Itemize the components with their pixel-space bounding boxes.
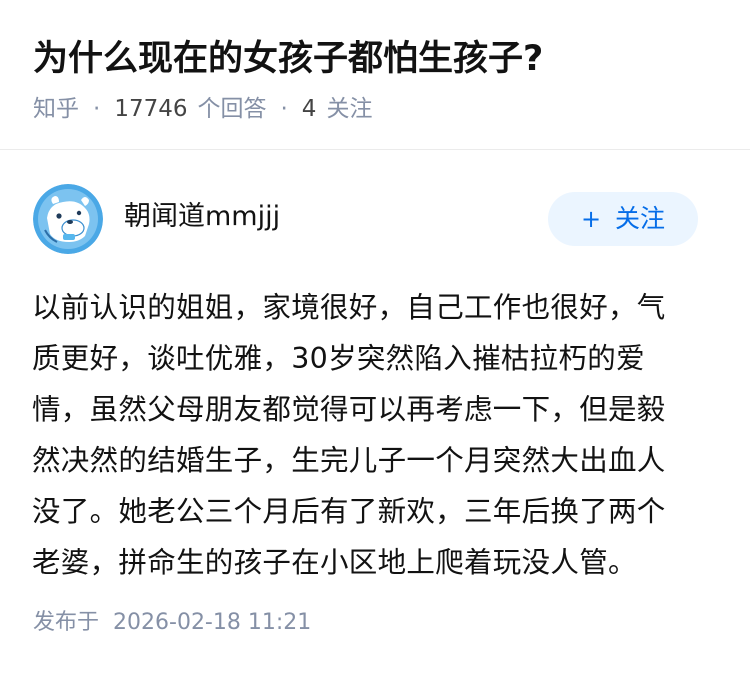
answer-count: 17746: [114, 96, 188, 122]
question-header: 为什么现在的女孩子都怕生孩子? 知乎 · 17746 个回答 · 4 关注: [0, 0, 750, 150]
separator-dot: ·: [93, 96, 101, 122]
publish-info: 发布于 2026-02-18 11:21: [33, 608, 311, 638]
question-title[interactable]: 为什么现在的女孩子都怕生孩子?: [33, 36, 543, 82]
question-meta: 知乎 · 17746 个回答 · 4 关注: [33, 94, 372, 124]
follower-count: 4: [301, 96, 317, 122]
author-name[interactable]: 朝闻道mmjjj: [124, 200, 280, 234]
plus-icon: +: [580, 205, 602, 233]
publish-label: 发布于: [33, 610, 100, 635]
publish-time: 2026-02-18 11:21: [113, 610, 312, 635]
author-row: 朝闻道mmjjj + 关注: [0, 150, 750, 280]
separator-dot: ·: [280, 96, 288, 122]
answer-content: 以前认识的姐姐，家境很好，自己工作也很好，气 质更好，谈吐优雅，30岁突然陷入摧…: [32, 282, 722, 588]
avatar-bear-icon: [33, 184, 103, 254]
follow-button-label: 关注: [615, 204, 666, 233]
follower-count-label: 关注: [326, 96, 373, 122]
answer-line: 老婆，拼命生的孩子在小区地上爬着玩没人管。: [32, 546, 637, 579]
answer-line: 以前认识的姐姐，家境很好，自己工作也很好，气: [32, 291, 666, 324]
answer-line: 然决然的结婚生子，生完儿子一个月突然大出血人: [32, 444, 666, 477]
answer-line: 没了。她老公三个月后有了新欢，三年后换了两个: [32, 495, 666, 528]
avatar[interactable]: [33, 184, 103, 254]
answer-line: 情，虽然父母朋友都觉得可以再考虑一下，但是毅: [32, 393, 666, 426]
follow-button[interactable]: + 关注: [548, 192, 698, 246]
answer-count-label: 个回答: [197, 96, 267, 122]
answer-line: 质更好，谈吐优雅，30岁突然陷入摧枯拉朽的爱: [32, 342, 645, 375]
source-label[interactable]: 知乎: [33, 96, 79, 122]
